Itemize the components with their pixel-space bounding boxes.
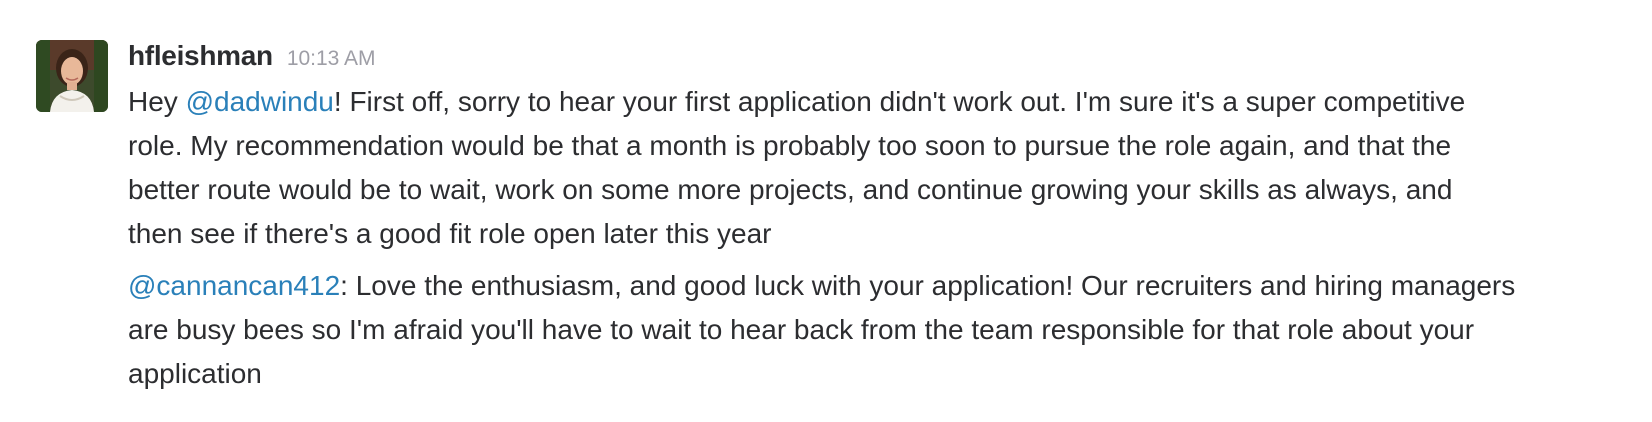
message-line: @cannancan412: Love the enthusiasm, and … xyxy=(128,264,1628,308)
user-avatar[interactable] xyxy=(36,40,108,112)
message-line: are busy bees so I'm afraid you'll have … xyxy=(128,314,1475,345)
user-photo-avatar-icon xyxy=(36,40,108,112)
message-line: application xyxy=(128,358,262,389)
message-content: hfleishman 10:13 AM Hey @dadwindu! First… xyxy=(128,40,1628,396)
message-line: Hey @dadwindu! First off, sorry to hear … xyxy=(128,80,1628,124)
message-text: : Love the enthusiasm, and good luck wit… xyxy=(340,270,1516,301)
message-line: better route would be to wait, work on s… xyxy=(128,174,1453,205)
message-text: ! First off, sorry to hear your first ap… xyxy=(333,86,1466,117)
timestamp[interactable]: 10:13 AM xyxy=(287,47,376,71)
username[interactable]: hfleishman xyxy=(128,40,273,72)
message-paragraph: Hey @dadwindu! First off, sorry to hear … xyxy=(128,80,1628,256)
message-paragraph: @cannancan412: Love the enthusiasm, and … xyxy=(128,264,1628,396)
mention-link[interactable]: @cannancan412 xyxy=(128,270,340,301)
message-line: then see if there's a good fit role open… xyxy=(128,218,772,249)
message-text: Hey xyxy=(128,86,186,117)
message-line: role. My recommendation would be that a … xyxy=(128,130,1452,161)
message-header: hfleishman 10:13 AM xyxy=(128,40,1628,80)
mention-link[interactable]: @dadwindu xyxy=(186,86,334,117)
chat-message: hfleishman 10:13 AM Hey @dadwindu! First… xyxy=(0,0,1652,422)
